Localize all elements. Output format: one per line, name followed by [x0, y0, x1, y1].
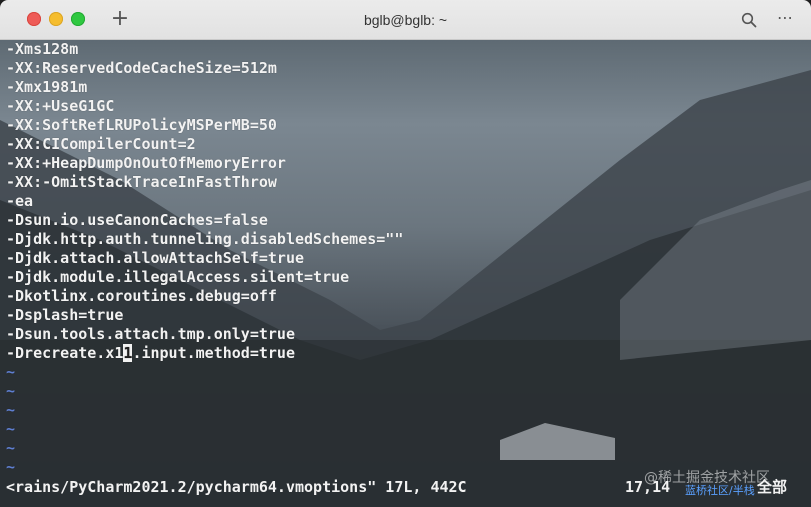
terminal-window: + bglb@bglb: ~ ⋯ -Xms128m -XX:ReservedCo…	[0, 0, 811, 507]
window-title: bglb@bglb: ~	[363, 12, 448, 28]
empty-line-marker: ~	[6, 439, 16, 457]
line-4: -XX:+UseG1GC	[6, 97, 115, 115]
line-7: -XX:+HeapDumpOnOutOfMemoryError	[6, 154, 286, 172]
line-9: -ea	[6, 192, 34, 210]
titlebar: + bglb@bglb: ~ ⋯	[0, 0, 811, 40]
file-lines: -Xms128m -XX:ReservedCodeCacheSize=512m …	[6, 40, 403, 477]
line-10: -Dsun.io.useCanonCaches=false	[6, 211, 268, 229]
line-2: -XX:ReservedCodeCacheSize=512m	[6, 59, 277, 77]
empty-line-marker: ~	[6, 382, 16, 400]
line-1: -Xms128m	[6, 40, 79, 58]
watermark-sub: 蓝桥社区/半栈	[685, 484, 755, 497]
line-16: -Dsun.tools.attach.tmp.only=true	[6, 325, 295, 343]
line-14: -Dkotlinx.coroutines.debug=off	[6, 287, 277, 305]
line-3: -Xmx1981m	[6, 78, 88, 96]
line-17-cursor[interactable]: -Drecreate.x11.input.method=true	[6, 344, 403, 363]
search-icon[interactable]	[741, 12, 757, 28]
menu-icon[interactable]: ⋯	[777, 8, 794, 28]
empty-line-marker: ~	[6, 363, 16, 381]
line-12: -Djdk.attach.allowAttachSelf=true	[6, 249, 305, 267]
terminal-content[interactable]: -Xms128m -XX:ReservedCodeCacheSize=512m …	[0, 40, 811, 507]
empty-line-marker: ~	[6, 401, 16, 419]
line-13: -Djdk.module.illegalAccess.silent=true	[6, 268, 350, 286]
line-8: -XX:-OmitStackTraceInFastThrow	[6, 173, 277, 191]
line-5: -XX:SoftRefLRUPolicyMSPerMB=50	[6, 116, 277, 134]
empty-line-marker: ~	[6, 420, 16, 438]
cursor-line-after: .input.method=true	[132, 344, 295, 362]
line-11: -Djdk.http.auth.tunneling.disabledScheme…	[6, 230, 404, 248]
cursor-line-before: -Drecreate.x1	[6, 344, 124, 362]
line-6: -XX:CICompilerCount=2	[6, 135, 196, 153]
empty-line-marker: ~	[6, 458, 16, 476]
line-15: -Dsplash=true	[6, 306, 124, 324]
